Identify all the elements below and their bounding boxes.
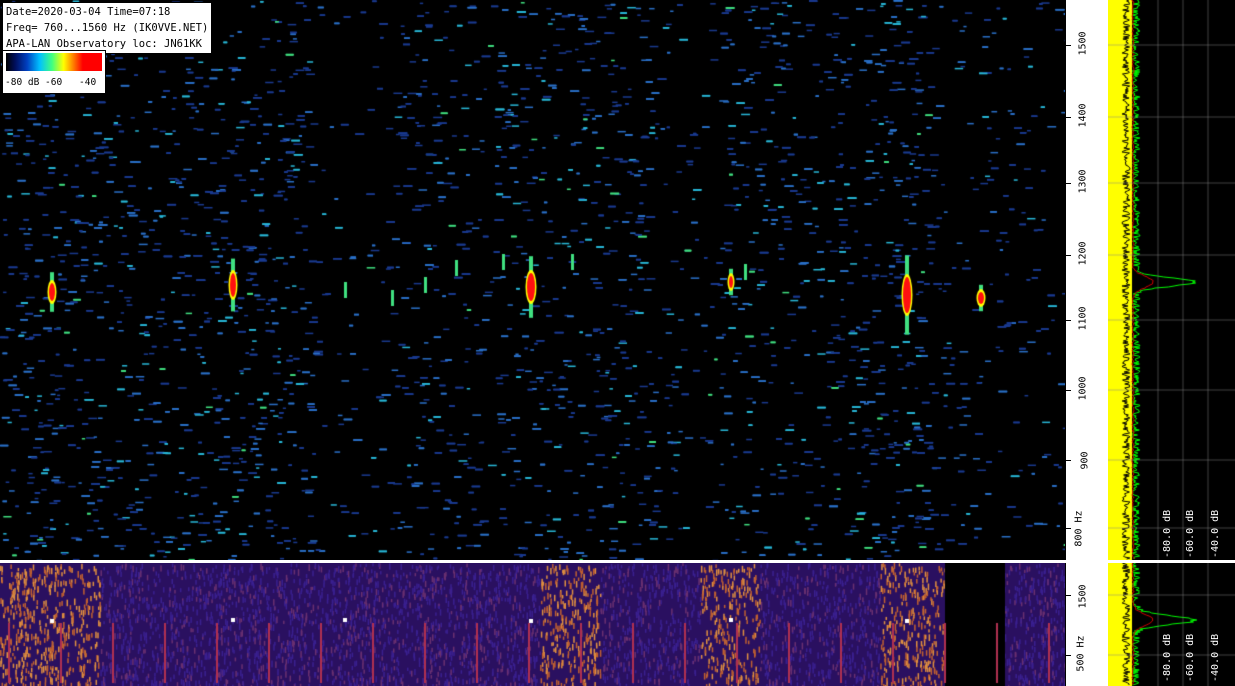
header-date-time: Date=2020-03-04 Time=07:18 <box>6 6 171 18</box>
header-info-box: Date=2020-03-04 Time=07:18 Freq= 760...1… <box>2 2 213 54</box>
axis-tick <box>1066 655 1071 656</box>
profile-db-label-bottom: -40.0 dB <box>1210 633 1221 682</box>
frequency-axis-longterm: 1500 500 Hz <box>1065 563 1108 686</box>
colorbar-label-min: -80 dB <box>5 77 40 88</box>
header-frequency-range: Freq= 760...1560 Hz (IK0VVE.NET) <box>6 22 209 34</box>
axis-tick <box>1066 595 1071 596</box>
spectrogram-waterfall-main <box>0 0 1065 560</box>
profile-db-label: -40.0 dB <box>1210 509 1221 558</box>
spectrum-profile-main <box>1108 0 1235 560</box>
profile-db-label-bottom: -60.0 dB <box>1185 633 1196 682</box>
axis-tick <box>1066 45 1071 46</box>
freq-label-500-bottom: 500 Hz <box>1075 635 1087 672</box>
axis-tick <box>1066 390 1071 391</box>
freq-label-1000: 1000 <box>1077 376 1089 401</box>
freq-label-1200: 1200 <box>1077 241 1089 266</box>
axis-tick <box>1066 320 1071 321</box>
colorbar-legend: -80 dB -60 -40 <box>2 50 106 94</box>
freq-label-900: 900 <box>1079 451 1091 470</box>
profile-db-label: -60.0 dB <box>1185 509 1196 558</box>
axis-tick <box>1066 255 1071 256</box>
freq-label-800: 800 Hz <box>1073 510 1085 547</box>
profile-db-label-bottom: -80.0 dB <box>1162 633 1173 682</box>
freq-label-1500: 1500 <box>1077 31 1089 56</box>
colorbar-label-mid: -60 <box>45 77 63 88</box>
frequency-axis-main: 1500 1400 1300 1200 1100 1000 900 800 Hz <box>1065 0 1108 560</box>
colorbar-gradient <box>6 53 102 71</box>
panel-separator <box>0 560 1235 563</box>
profile-db-label: -80.0 dB <box>1162 509 1173 558</box>
freq-label-1100: 1100 <box>1077 306 1089 331</box>
spectrogram-waterfall-longterm <box>0 563 1065 686</box>
axis-tick <box>1066 183 1071 184</box>
freq-label-1400: 1400 <box>1077 103 1089 128</box>
freq-label-1500-bottom: 1500 <box>1077 584 1089 609</box>
colorbar-label-max: -40 <box>79 77 97 88</box>
axis-tick <box>1066 460 1071 461</box>
axis-tick <box>1066 117 1071 118</box>
freq-label-1300: 1300 <box>1077 169 1089 194</box>
axis-tick <box>1066 528 1071 529</box>
